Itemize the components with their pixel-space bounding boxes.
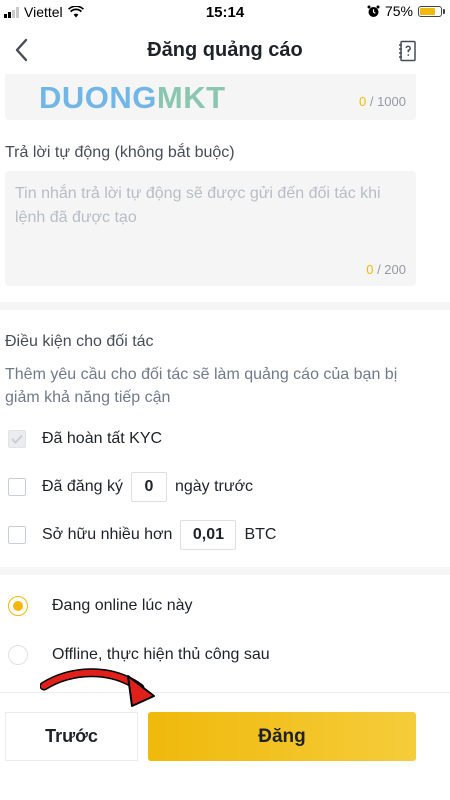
btc-holdings-condition[interactable]: Sở hữu nhiều hơn 0,01 BTC bbox=[8, 520, 276, 550]
section-divider bbox=[0, 302, 450, 310]
page-title: Đăng quảng cáo bbox=[147, 39, 303, 61]
registered-days-checkbox[interactable] bbox=[8, 478, 26, 496]
kyc-checkbox[interactable] bbox=[8, 430, 26, 448]
online-radio[interactable] bbox=[8, 596, 28, 616]
nav-bar: Đăng quảng cáo bbox=[0, 26, 450, 74]
btc-amount-input[interactable]: 0,01 bbox=[180, 520, 237, 550]
status-right: 75% bbox=[367, 3, 445, 19]
auto-reply-counter: 0 / 200 bbox=[366, 262, 406, 277]
holdings-suffix: BTC bbox=[244, 526, 277, 543]
check-icon bbox=[11, 434, 23, 444]
offline-radio[interactable] bbox=[8, 645, 28, 665]
kyc-condition[interactable]: Đã hoàn tất KYC bbox=[8, 430, 162, 448]
offline-label: Offline, thực hiện thủ công sau bbox=[52, 646, 270, 663]
alarm-icon bbox=[367, 5, 380, 17]
red-arrow-annotation bbox=[40, 668, 155, 707]
document-question-icon[interactable] bbox=[398, 40, 418, 62]
char-counter: 0 / 1000 bbox=[359, 94, 406, 109]
holdings-label: Sở hữu nhiều hơn bbox=[42, 526, 173, 543]
battery-percent: 75% bbox=[384, 3, 413, 19]
section-divider bbox=[0, 567, 450, 575]
battery-icon bbox=[418, 5, 445, 17]
kyc-label: Đã hoàn tất KYC bbox=[42, 430, 163, 447]
terms-textarea[interactable]: DUONGMKT 0 / 1000 bbox=[5, 74, 416, 120]
auto-reply-textarea[interactable]: Tin nhắn trả lời tự động sẽ được gửi đến… bbox=[5, 171, 416, 286]
online-option[interactable]: Đang online lúc này bbox=[8, 596, 193, 616]
auto-reply-label: Trả lời tự động (không bắt buộc) bbox=[5, 144, 235, 161]
registered-label: Đã đăng ký bbox=[42, 478, 123, 495]
status-bar: Viettel 15:14 75% bbox=[0, 0, 450, 26]
registered-suffix: ngày trước bbox=[174, 478, 254, 495]
online-label: Đang online lúc này bbox=[52, 597, 193, 614]
watermark-text: DUONGMKT bbox=[39, 80, 226, 115]
post-button[interactable]: Đăng bbox=[148, 712, 416, 761]
partner-conditions-title: Điều kiện cho đối tác bbox=[5, 333, 154, 350]
registered-days-condition[interactable]: Đã đăng ký 0 ngày trước bbox=[8, 472, 253, 502]
partner-conditions-description: Thêm yêu cầu cho đối tác sẽ làm quảng cá… bbox=[5, 366, 398, 406]
registered-days-input[interactable]: 0 bbox=[130, 472, 167, 502]
btc-holdings-checkbox[interactable] bbox=[8, 526, 26, 544]
auto-reply-placeholder: Tin nhắn trả lời tự động sẽ được gửi đến… bbox=[15, 185, 381, 226]
offline-option[interactable]: Offline, thực hiện thủ công sau bbox=[8, 645, 270, 665]
battery-fill bbox=[420, 7, 435, 15]
